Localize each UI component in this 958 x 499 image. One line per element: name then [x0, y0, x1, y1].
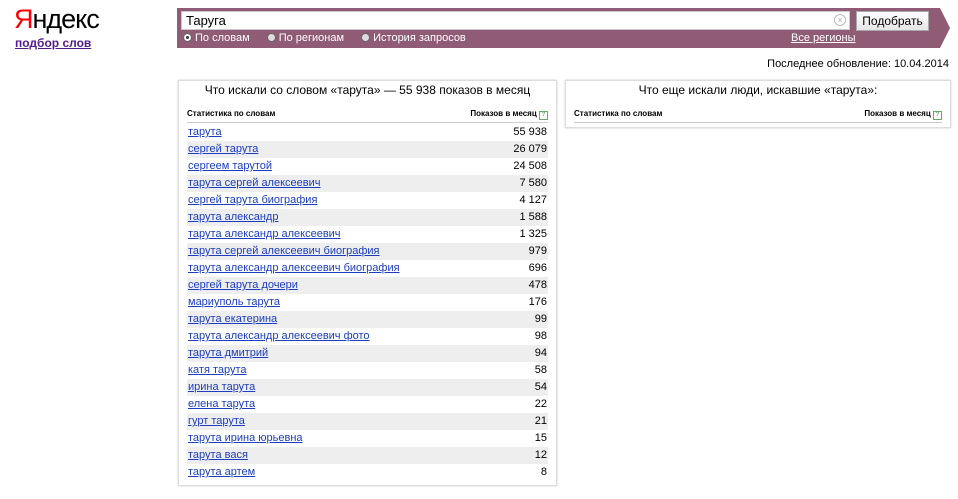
last-updated: Последнее обновление: 10.04.2014 [767, 58, 949, 70]
mode-label: По регионам [278, 32, 345, 44]
impressions-count: 478 [528, 279, 547, 291]
table-header: Статистика по словам Показов в месяц ? [574, 109, 942, 123]
impressions-count: 1 325 [519, 228, 547, 240]
column-header-count-label: Показов в месяц [470, 109, 537, 118]
words-stats-panel: Что искали со словом «тарута» — 55 938 п… [178, 80, 557, 486]
impressions-count: 22 [534, 398, 547, 410]
query-link[interactable]: тарута екатерина [188, 311, 277, 328]
impressions-count: 979 [528, 245, 547, 257]
query-link[interactable]: тарута александр алексеевич [188, 226, 341, 243]
related-searches-panel: Что еще искали люди, искавшие «тарута»: … [565, 80, 951, 128]
mode-label: История запросов [373, 32, 466, 44]
query-link[interactable]: тарута сергей алексеевич биография [188, 243, 380, 260]
column-header-count-label: Показов в месяц [864, 109, 931, 118]
impressions-count: 54 [534, 381, 547, 393]
query-link[interactable]: сергей тарута биография [188, 192, 317, 209]
clear-icon[interactable]: × [834, 14, 846, 26]
table-row: сергеем тарутой 24 508 [187, 158, 548, 175]
table-row: тарута артем 8 [187, 464, 548, 481]
help-icon[interactable]: ? [933, 111, 942, 120]
table-row: тарута вася 12 [187, 447, 548, 464]
table-row: катя тарута 58 [187, 362, 548, 379]
table-row: тарута александр алексеевич 1 325 [187, 226, 548, 243]
table-row: сергей тарута биография 4 127 [187, 192, 548, 209]
impressions-count: 1 588 [519, 211, 547, 223]
panel-title: Что еще искали люди, искавшие «тарута»: [638, 83, 878, 97]
table-row: елена тарута 22 [187, 396, 548, 413]
wordstat-link[interactable]: подбор слов [15, 36, 91, 50]
impressions-count: 4 127 [519, 194, 547, 206]
radio-icon [361, 33, 371, 42]
impressions-count: 58 [534, 364, 547, 376]
query-link[interactable]: мариуполь тарута [188, 294, 280, 311]
impressions-count: 21 [534, 415, 547, 427]
all-regions-link[interactable]: Все регионы [791, 32, 856, 44]
column-header-count: Показов в месяц ? [864, 109, 942, 120]
table-row: ирина тарута 54 [187, 379, 548, 396]
search-bar-arrow [940, 8, 950, 48]
mode-label: По словам [195, 32, 250, 44]
impressions-count: 94 [534, 347, 547, 359]
search-modes: По словам По регионам История запросов [183, 32, 480, 44]
search-field: × [181, 11, 850, 30]
table-row: гурт тарута 21 [187, 413, 548, 430]
table-row: тарута 55 938 [187, 124, 548, 141]
query-link[interactable]: тарута сергей алексеевич [188, 175, 320, 192]
query-link[interactable]: тарута александр алексеевич биография [188, 260, 400, 277]
query-link[interactable]: тарута дмитрий [188, 345, 268, 362]
impressions-count: 7 580 [519, 177, 547, 189]
yandex-logo[interactable]: Яндекс [14, 4, 100, 34]
query-link[interactable]: ирина тарута [188, 379, 255, 396]
impressions-count: 26 079 [513, 143, 547, 155]
impressions-count: 15 [534, 432, 547, 444]
impressions-count: 55 938 [513, 126, 547, 138]
query-link[interactable]: катя тарута [188, 362, 247, 379]
stats-table: тарута 55 938 сергей тарута 26 079 сергеем т… [187, 124, 548, 481]
table-row: тарута ирина юрьевна 15 [187, 430, 548, 447]
impressions-count: 176 [528, 296, 547, 308]
table-row: мариуполь тарута 176 [187, 294, 548, 311]
panel-title: Что искали со словом «тарута» — 55 938 п… [204, 83, 531, 97]
help-icon[interactable]: ? [539, 111, 548, 120]
impressions-count: 12 [534, 449, 547, 461]
table-row: сергей тарута дочери 478 [187, 277, 548, 294]
query-link[interactable]: гурт тарута [188, 413, 245, 430]
table-row: тарута александр 1 588 [187, 209, 548, 226]
mode-history[interactable]: История запросов [361, 32, 466, 44]
query-link[interactable]: сергей тарута дочери [188, 277, 298, 294]
table-row: тарута александр алексеевич фото 98 [187, 328, 548, 345]
query-link[interactable]: сергей тарута [188, 141, 258, 158]
table-row: сергей тарута 26 079 [187, 141, 548, 158]
radio-selected-icon [183, 33, 192, 42]
query-link[interactable]: тарута александр алексеевич фото [188, 328, 370, 345]
column-header-words: Статистика по словам [187, 109, 276, 118]
mode-by-regions[interactable]: По регионам [266, 32, 345, 44]
impressions-count: 99 [534, 313, 547, 325]
query-link[interactable]: тарута вася [188, 447, 248, 464]
query-link[interactable]: тарута александр [188, 209, 278, 226]
table-row: тарута сергей алексеевич 7 580 [187, 175, 548, 192]
query-link[interactable]: тарута [188, 124, 222, 141]
table-row: тарута екатерина 99 [187, 311, 548, 328]
submit-button[interactable]: Подобрать [856, 11, 929, 31]
impressions-count: 696 [528, 262, 547, 274]
logo-letter: Я [14, 4, 33, 34]
impressions-count: 8 [540, 466, 547, 478]
impressions-count: 24 508 [513, 160, 547, 172]
impressions-count: 98 [534, 330, 547, 342]
column-header-words: Статистика по словам [574, 109, 663, 118]
radio-icon [266, 33, 276, 42]
mode-by-words[interactable]: По словам [183, 32, 250, 44]
table-header: Статистика по словам Показов в месяц ? [187, 109, 548, 123]
table-row: тарута дмитрий 94 [187, 345, 548, 362]
search-input[interactable] [182, 12, 830, 29]
query-link[interactable]: тарута ирина юрьевна [188, 430, 303, 447]
column-header-count: Показов в месяц ? [470, 109, 548, 120]
table-row: тарута сергей алексеевич биография 979 [187, 243, 548, 260]
query-link[interactable]: тарута артем [188, 464, 255, 481]
query-link[interactable]: елена тарута [188, 396, 255, 413]
query-link[interactable]: сергеем тарутой [188, 158, 272, 175]
table-row: тарута александр алексеевич биография 696 [187, 260, 548, 277]
logo-text: ндекс [32, 4, 100, 34]
